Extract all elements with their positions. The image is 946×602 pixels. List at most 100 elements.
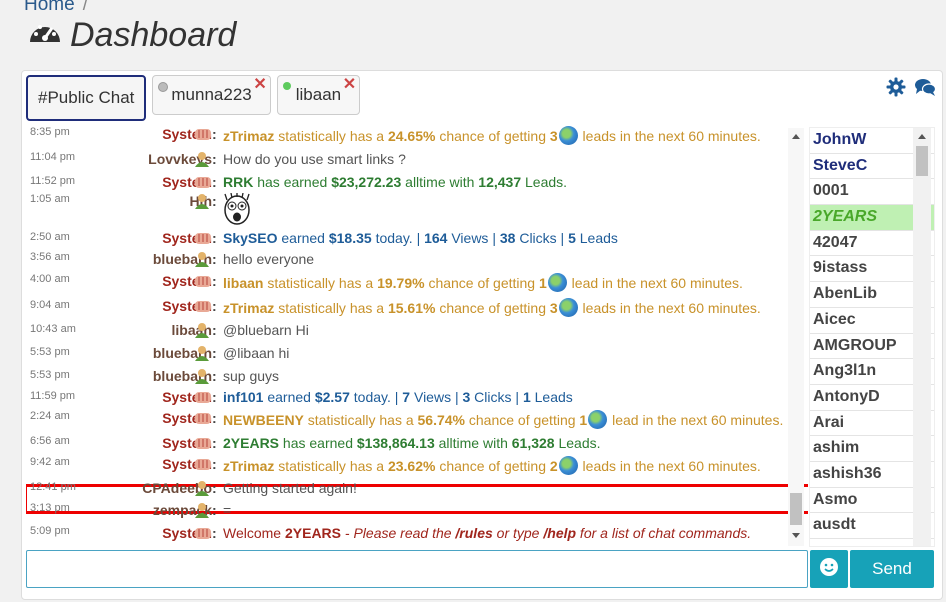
fist-icon	[194, 410, 211, 426]
message-separator: :	[212, 368, 217, 384]
close-icon[interactable]: ✕	[253, 77, 266, 93]
smiley-icon	[819, 557, 839, 582]
fist-icon	[194, 298, 211, 314]
close-icon[interactable]: ✕	[343, 77, 356, 93]
message-text: zTrimaz statistically has a 23.62% chanc…	[223, 456, 761, 475]
fist-icon	[194, 389, 211, 405]
tab-public-chat[interactable]: #Public Chat	[26, 75, 147, 121]
send-button[interactable]: Send	[850, 550, 934, 588]
user-avatar-icon	[194, 480, 210, 496]
message-separator: :	[212, 480, 217, 496]
message-separator: :	[212, 298, 217, 314]
message-text: @bluebarn Hi	[223, 322, 309, 338]
fist-icon	[194, 174, 211, 190]
chat-message: 6:56 am System:2YEARS has earned $138,864…	[26, 435, 808, 455]
message-separator: :	[212, 322, 217, 338]
message-text: Welcome 2YEARS - Please read the /rules …	[223, 525, 752, 541]
user-avatar-icon	[194, 251, 210, 267]
message-time: 9:42 am	[30, 456, 70, 468]
message-time: 12:41 pm	[30, 481, 76, 493]
message-separator: :	[212, 151, 217, 167]
chat-message: 12:41 pm CPAdeebo: Getting started again!	[26, 480, 808, 500]
chat-message: 11:59 pm System: inf101 earned $2.57 today…	[26, 389, 808, 409]
chat-message: 4:00 am System: libaan statistically has a…	[26, 273, 808, 293]
message-separator: :	[212, 456, 217, 472]
chat-message: 3:13 pm zempack: =	[26, 502, 808, 522]
message-time: 11:04 pm	[30, 151, 76, 163]
message-separator: :	[212, 502, 217, 518]
fist-icon	[194, 456, 211, 472]
globe-icon	[558, 126, 578, 145]
message-text: @libaan hi	[223, 345, 290, 361]
chat-toolbar	[886, 77, 937, 102]
message-separator: :	[212, 126, 217, 142]
message-time: 8:35 pm	[30, 126, 70, 138]
breadcrumb: Home /	[24, 0, 88, 16]
message-separator: :	[212, 435, 217, 451]
message-time: 11:52 pm	[30, 175, 76, 187]
user-avatar-icon	[194, 502, 210, 518]
fist-icon	[194, 273, 211, 289]
message-scrollbar[interactable]	[788, 128, 804, 546]
user-avatar-icon	[194, 151, 210, 167]
dashboard-gauge-icon	[28, 18, 62, 53]
user-list-scrollbar[interactable]	[913, 128, 931, 546]
chat-message: 5:09 pm System: Welcome 2YEARS - Please re…	[26, 525, 808, 545]
tab-label: #Public Chat	[38, 88, 135, 107]
page-header: Dashboard	[28, 16, 236, 55]
message-text: NEWBEENY statistically has a 56.74% chan…	[223, 410, 784, 429]
chat-message: 3:56 am bluebarn: hello everyone	[26, 251, 808, 271]
message-time: 11:59 pm	[30, 390, 76, 402]
chat-message: 10:43 am libaan: @bluebarn Hi	[26, 322, 808, 342]
chat-panel: #Public Chat munna223 ✕ libaan ✕ 8:35 pm…	[21, 70, 943, 600]
breadcrumb-separator: /	[82, 0, 88, 15]
message-text: sup guys	[223, 368, 280, 384]
message-time: 5:53 pm	[30, 346, 70, 358]
message-text: SkySEO earned $18.35 today. | 164 Views …	[223, 230, 618, 246]
chat-message: 9:42 am System: zTrimaz statistically has …	[26, 456, 808, 476]
message-time: 2:24 am	[30, 410, 70, 422]
message-separator: :	[212, 251, 217, 267]
message-time: 3:56 am	[30, 251, 70, 263]
message-time: 2:50 am	[30, 231, 70, 243]
emoji-button[interactable]	[810, 550, 848, 588]
chat-tabs: #Public Chat munna223 ✕ libaan ✕	[26, 75, 361, 123]
globe-icon	[558, 456, 578, 475]
status-dot-icon	[282, 82, 291, 90]
comments-icon[interactable]	[914, 77, 937, 102]
shocked-face-emoticon-icon	[223, 192, 251, 228]
message-time: 5:53 pm	[30, 369, 70, 381]
fist-icon	[194, 230, 211, 246]
message-text: libaan statistically has a 19.79% chance…	[223, 273, 743, 292]
message-time: 1:05 am	[30, 193, 70, 205]
page-title: Dashboard	[70, 16, 237, 54]
message-text: =	[223, 502, 232, 518]
message-separator: :	[212, 193, 217, 209]
chat-message: 2:50 am System: SkySEO earned $18.35 today…	[26, 230, 808, 250]
fist-icon	[194, 525, 211, 541]
tab-munna223[interactable]: munna223 ✕	[152, 75, 271, 115]
chat-message: 8:35 pm System: zTrimaz statistically has …	[26, 126, 808, 146]
tab-libaan[interactable]: libaan ✕	[276, 75, 361, 115]
message-text: hello everyone	[223, 251, 315, 267]
message-text: inf101 earned $2.57 today. | 7 Views | 3…	[223, 389, 573, 405]
message-time: 3:13 pm	[30, 502, 70, 514]
user-avatar-icon	[194, 345, 210, 361]
message-text	[223, 192, 251, 228]
chat-message: 5:53 pm bluebarn: sup guys	[26, 368, 808, 388]
chat-input[interactable]	[26, 550, 808, 588]
message-time: 4:00 am	[30, 273, 70, 285]
chat-message: 11:04 pm Lovvkeys: How do you use smart li…	[26, 151, 808, 171]
message-time: 10:43 am	[30, 323, 76, 335]
globe-icon	[558, 298, 578, 317]
breadcrumb-home-link[interactable]: Home	[24, 0, 75, 15]
chat-message: 11:52 pm System: RRK has earned $23,272.23…	[26, 174, 808, 194]
message-separator: :	[212, 230, 217, 246]
message-separator: :	[212, 345, 217, 361]
gear-icon[interactable]	[886, 77, 906, 102]
message-time: 5:09 pm	[30, 525, 70, 537]
tab-label: munna223	[171, 85, 252, 104]
globe-icon	[547, 273, 567, 292]
user-avatar-icon	[194, 322, 210, 338]
globe-icon	[588, 410, 608, 429]
